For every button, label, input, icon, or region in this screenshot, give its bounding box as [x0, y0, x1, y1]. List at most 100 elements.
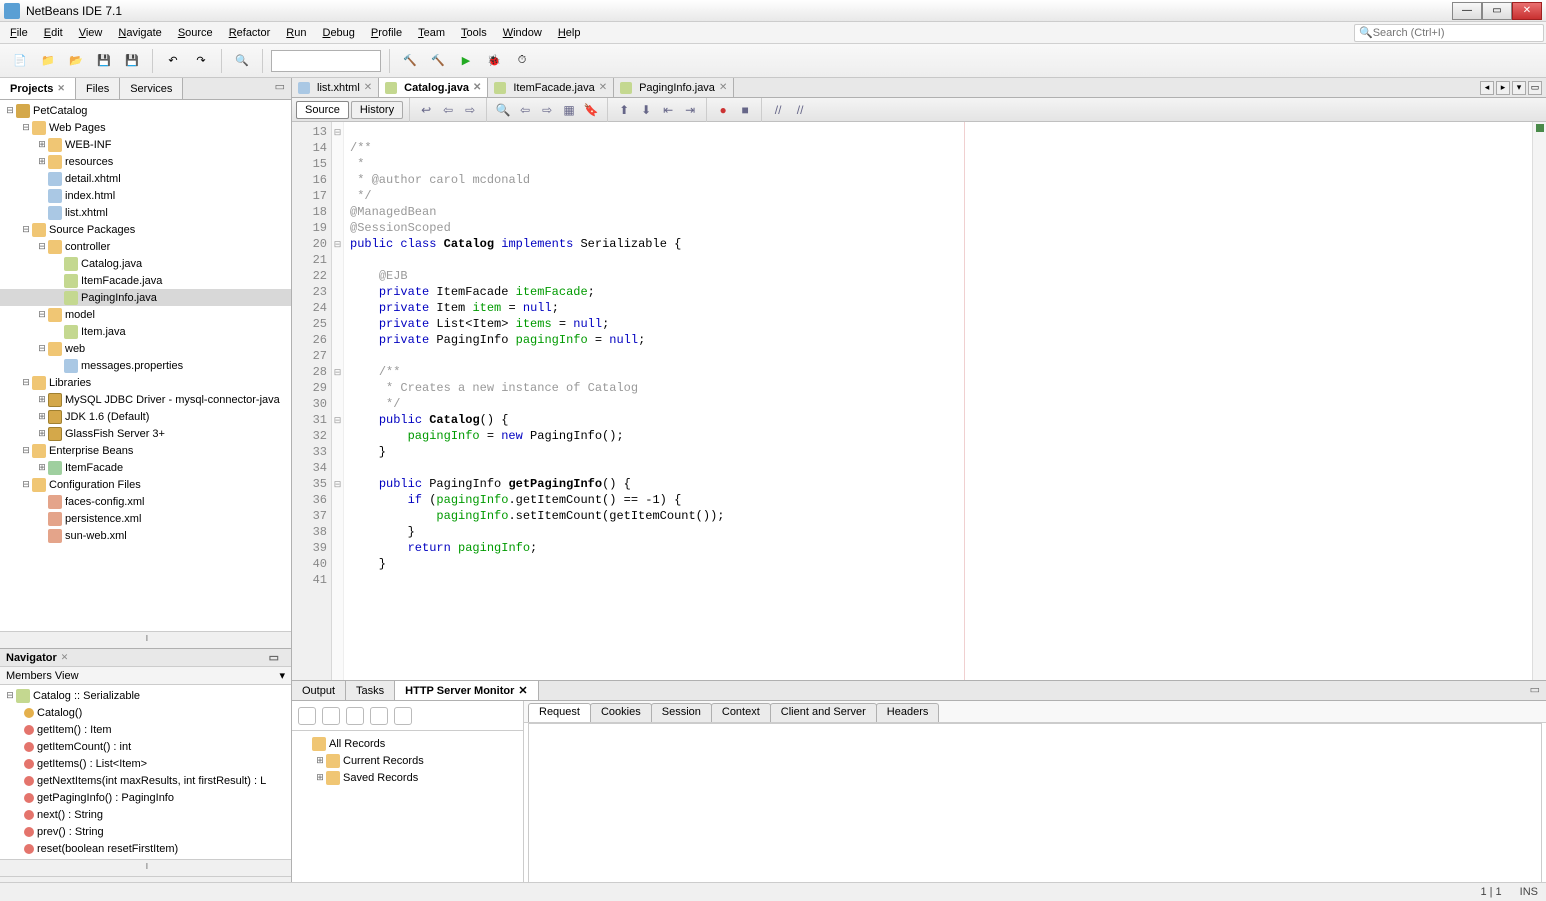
quick-search[interactable]: 🔍 — [1354, 24, 1544, 42]
back-icon[interactable]: ⇦ — [438, 100, 458, 120]
tree-item[interactable]: ⊟model — [0, 306, 291, 323]
new-project-button[interactable]: 📁 — [36, 49, 60, 73]
navigator-root[interactable]: ⊟Catalog :: Serializable — [0, 687, 291, 704]
menu-run[interactable]: Run — [278, 25, 314, 41]
debug-button[interactable]: 🐞 — [482, 49, 506, 73]
close-icon[interactable]: ✕ — [518, 684, 527, 697]
run-button[interactable]: ▶ — [454, 49, 478, 73]
editor-tab[interactable]: ItemFacade.java✕ — [488, 78, 614, 97]
sort-desc-icon[interactable] — [370, 707, 388, 725]
monitor-subtab-session[interactable]: Session — [651, 703, 712, 722]
navigator-item[interactable]: next() : String — [0, 806, 291, 823]
tree-item[interactable]: list.xhtml — [0, 204, 291, 221]
menu-debug[interactable]: Debug — [314, 25, 362, 41]
menu-view[interactable]: View — [71, 25, 111, 41]
minimize-panel-icon[interactable]: ▭ — [1524, 681, 1546, 700]
next-bookmark-icon[interactable]: ⬇ — [636, 100, 656, 120]
tab-list-icon[interactable]: ▾ — [1512, 81, 1526, 95]
redo-button[interactable]: ↷ — [189, 49, 213, 73]
config-select[interactable] — [271, 50, 381, 72]
tree-item[interactable]: Item.java — [0, 323, 291, 340]
close-icon[interactable]: ✕ — [364, 82, 372, 93]
last-edit-icon[interactable]: ↩ — [416, 100, 436, 120]
menu-navigate[interactable]: Navigate — [110, 25, 169, 41]
monitor-subtab-cookies[interactable]: Cookies — [590, 703, 652, 722]
navigator-item[interactable]: getItem() : Item — [0, 721, 291, 738]
tree-item[interactable]: ⊟Enterprise Beans — [0, 442, 291, 459]
tree-item[interactable]: ⊞GlassFish Server 3+ — [0, 425, 291, 442]
files-tab[interactable]: Files — [76, 78, 120, 99]
tree-item[interactable]: detail.xhtml — [0, 170, 291, 187]
menu-source[interactable]: Source — [170, 25, 221, 41]
search-input[interactable] — [1373, 27, 1539, 39]
horizontal-scrollbar[interactable] — [0, 631, 291, 648]
tree-item[interactable]: ItemFacade.java — [0, 272, 291, 289]
tree-item[interactable]: ⊟Web Pages — [0, 119, 291, 136]
tree-item[interactable]: index.html — [0, 187, 291, 204]
profile-button[interactable]: ⏱ — [510, 49, 534, 73]
undo-button[interactable]: ↶ — [161, 49, 185, 73]
code-area[interactable]: /** * * @author carol mcdonald */ @Manag… — [344, 122, 1532, 680]
find-prev-icon[interactable]: ⇦ — [515, 100, 535, 120]
shift-left-icon[interactable]: ⇤ — [658, 100, 678, 120]
close-icon[interactable]: ✕ — [61, 652, 69, 663]
prev-bookmark-icon[interactable]: ⬆ — [614, 100, 634, 120]
scroll-right-icon[interactable]: ▸ — [1496, 81, 1510, 95]
line-gutter[interactable]: 13 14 15 16 17 18 19 20 21 22 23 24 25 2… — [292, 122, 332, 680]
uncomment-icon[interactable]: // — [790, 100, 810, 120]
navigator-item[interactable]: getPagingInfo() : PagingInfo — [0, 789, 291, 806]
close-icon[interactable]: ✕ — [719, 82, 727, 93]
tree-item[interactable]: faces-config.xml — [0, 493, 291, 510]
tree-item[interactable]: ⊟Libraries — [0, 374, 291, 391]
menu-team[interactable]: Team — [410, 25, 453, 41]
highlight-icon[interactable]: ▦ — [559, 100, 579, 120]
timestamp-icon[interactable] — [394, 707, 412, 725]
tree-item[interactable]: PagingInfo.java — [0, 289, 291, 306]
comment-icon[interactable]: // — [768, 100, 788, 120]
minimize-panel-icon[interactable]: ▭ — [263, 649, 285, 666]
tree-item[interactable]: ⊞WEB-INF — [0, 136, 291, 153]
monitor-subtab-request[interactable]: Request — [528, 703, 591, 722]
shift-right-icon[interactable]: ⇥ — [680, 100, 700, 120]
tree-item[interactable]: ⊞ItemFacade — [0, 459, 291, 476]
navigator-item[interactable]: reset(boolean resetFirstItem) — [0, 840, 291, 857]
navigator-item[interactable]: getItems() : List<Item> — [0, 755, 291, 772]
navigator-item[interactable]: prev() : String — [0, 823, 291, 840]
clean-build-button[interactable]: 🔨 — [426, 49, 450, 73]
tree-item[interactable]: messages.properties — [0, 357, 291, 374]
services-tab[interactable]: Services — [120, 78, 183, 99]
tree-item[interactable]: ⊟Source Packages — [0, 221, 291, 238]
open-project-button[interactable]: 📂 — [64, 49, 88, 73]
toggle-bookmark-icon[interactable]: 🔖 — [581, 100, 601, 120]
minimize-panel-icon[interactable]: ▭ — [269, 78, 291, 99]
close-icon[interactable]: ✕ — [599, 82, 607, 93]
projects-tab[interactable]: Projects✕ — [0, 78, 76, 99]
output-tab[interactable]: Output — [292, 681, 346, 700]
tree-item[interactable]: Catalog.java — [0, 255, 291, 272]
save-all-button[interactable]: 💾 — [120, 49, 144, 73]
close-icon[interactable]: ✕ — [57, 83, 65, 94]
http-monitor-tab[interactable]: HTTP Server Monitor✕ — [395, 681, 538, 700]
tree-item[interactable]: sun-web.xml — [0, 527, 291, 544]
menu-window[interactable]: Window — [495, 25, 550, 41]
macro-rec-icon[interactable]: ● — [713, 100, 733, 120]
reload-icon[interactable] — [298, 707, 316, 725]
navigator-view-select[interactable]: Members View▾ — [0, 667, 291, 685]
monitor-subtab-context[interactable]: Context — [711, 703, 771, 722]
menu-edit[interactable]: Edit — [36, 25, 71, 41]
editor-tab[interactable]: list.xhtml✕ — [292, 78, 379, 97]
close-button[interactable]: ✕ — [1512, 2, 1542, 20]
menu-refactor[interactable]: Refactor — [221, 25, 279, 41]
monitor-subtab-headers[interactable]: Headers — [876, 703, 940, 722]
minimize-button[interactable]: — — [1452, 2, 1482, 20]
menu-help[interactable]: Help — [550, 25, 589, 41]
maximize-button[interactable]: ▭ — [1482, 2, 1512, 20]
save-button[interactable]: 💾 — [92, 49, 116, 73]
history-view-button[interactable]: History — [351, 101, 403, 119]
editor-body[interactable]: 13 14 15 16 17 18 19 20 21 22 23 24 25 2… — [292, 122, 1546, 680]
tree-item[interactable]: ⊞resources — [0, 153, 291, 170]
navigator-item[interactable]: getItemCount() : int — [0, 738, 291, 755]
menu-file[interactable]: File — [2, 25, 36, 41]
tree-item[interactable]: ⊟web — [0, 340, 291, 357]
fold-column[interactable]: ⊟ ⊟ ⊟ ⊟ ⊟ — [332, 122, 344, 680]
